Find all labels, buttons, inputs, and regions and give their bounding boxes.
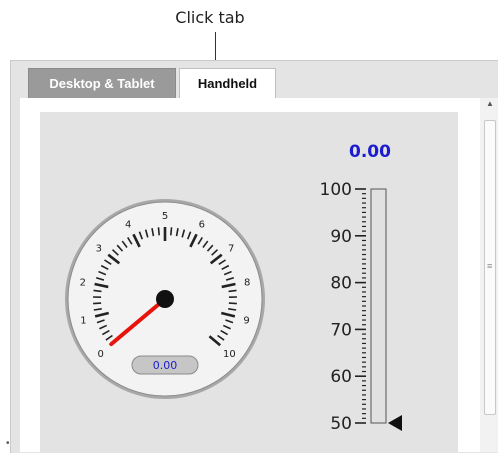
linear-tube (371, 189, 386, 423)
dial-tick-label: 2 (80, 278, 86, 289)
dial-minor-tick (94, 290, 102, 291)
dial-minor-tick (158, 227, 159, 235)
dial-readout: 0.00 (153, 359, 178, 372)
linear-tick-label: 60 (330, 367, 352, 387)
dial-tick-label: 10 (223, 349, 236, 360)
dial-minor-tick (229, 290, 237, 291)
dial-minor-tick (171, 227, 172, 235)
dial-tick-label: 7 (228, 243, 234, 254)
linear-tick-label: 80 (330, 274, 352, 294)
dial-tick-label: 6 (199, 220, 205, 231)
dial-tick-label: 0 (97, 349, 103, 360)
linear-tick-label: 50 (330, 414, 352, 434)
dial-minor-tick (93, 303, 101, 304)
dial-tick-label: 5 (162, 211, 168, 222)
linear-tick-label: 90 (330, 227, 352, 247)
dial-tick-label: 4 (125, 220, 131, 231)
dial-tick-label: 3 (96, 243, 102, 254)
dial-hub (156, 290, 174, 308)
linear-tick-label: 100 (320, 180, 352, 200)
dial-tick-label: 9 (243, 315, 249, 326)
dial-gauge: 0 1 2 3 4 5 6 7 8 9 10 0.00 (65, 199, 265, 399)
linear-gauge: 100 90 80 70 60 50 (320, 180, 402, 434)
linear-tick-label: 70 (330, 320, 352, 340)
dial-minor-tick (229, 303, 237, 304)
gauge-graphics: 0 1 2 3 4 5 6 7 8 9 10 0.00 100 90 80 70 60 50 (0, 0, 498, 452)
linear-pointer-icon (388, 415, 402, 431)
dial-tick-label: 1 (80, 315, 86, 326)
dial-tick-label: 8 (244, 278, 250, 289)
